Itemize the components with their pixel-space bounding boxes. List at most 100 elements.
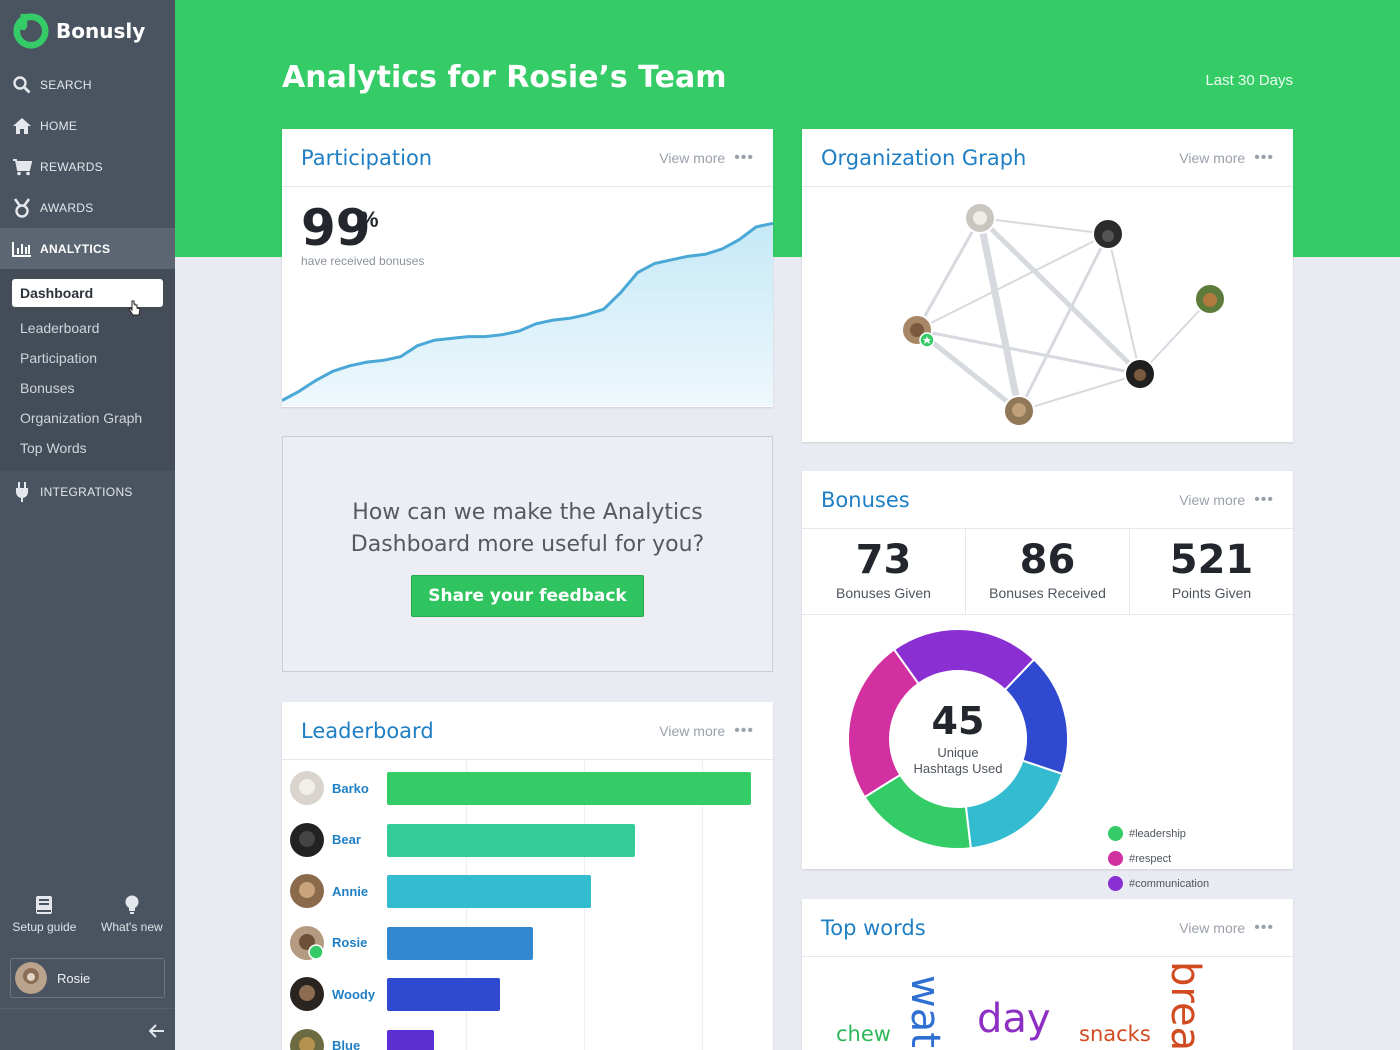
stat-points-given: 521 Points Given xyxy=(1130,529,1293,614)
legend-item: #communication xyxy=(1108,871,1209,896)
view-more-link[interactable]: View more xyxy=(1179,150,1245,166)
hashtag-donut-chart: 45 Unique Hashtags Used xyxy=(847,628,1069,850)
card-title: Bonuses xyxy=(821,487,910,512)
card-title: Organization Graph xyxy=(821,145,1027,170)
leaderboard-row: Rosie xyxy=(290,923,382,963)
card-header: Top words View more ••• xyxy=(802,899,1293,957)
more-options-icon[interactable]: ••• xyxy=(1254,919,1274,937)
donut-slice-respect xyxy=(847,648,920,799)
area-fill xyxy=(282,223,773,406)
subnav-participation[interactable]: Participation xyxy=(0,343,175,373)
subnav-bonuses[interactable]: Bonuses xyxy=(0,373,175,403)
nav-analytics[interactable]: ANALYTICS xyxy=(0,228,175,269)
view-more-link[interactable]: View more xyxy=(659,723,725,739)
card-title: Top words xyxy=(821,915,926,940)
participation-card: Participation View more ••• 99 % have re… xyxy=(282,129,773,407)
nav-rewards[interactable]: REWARDS xyxy=(0,146,175,187)
org-graph-card: Organization Graph View more ••• xyxy=(802,129,1293,442)
leaderboard-bar xyxy=(387,772,751,805)
avatar xyxy=(290,925,324,960)
org-graph-nodes xyxy=(901,202,1226,427)
feedback-question: How can we make the Analytics Dashboard … xyxy=(350,500,705,557)
legend-item: #leadership xyxy=(1108,821,1209,846)
subnav-organization-graph[interactable]: Organization Graph xyxy=(0,403,175,433)
word-chew: chew xyxy=(836,1022,891,1046)
sidebar: Bonusly SEARCH HOME REWARDS AWARDS ANALY… xyxy=(0,0,175,1050)
whats-new-button[interactable]: What's new xyxy=(101,895,163,934)
leaderboard-bar xyxy=(387,1029,435,1050)
leaderboard-row: Blue xyxy=(290,1026,382,1050)
more-options-icon[interactable]: ••• xyxy=(1254,149,1274,167)
card-header: Leaderboard View more ••• xyxy=(282,702,773,760)
legend-swatch xyxy=(1108,876,1123,891)
feedback-box: How can we make the Analytics Dashboard … xyxy=(282,436,773,672)
user-menu[interactable]: Rosie xyxy=(10,958,165,998)
stat-value: 521 xyxy=(1169,537,1254,583)
bonusly-logo-icon xyxy=(13,13,49,49)
cart-icon xyxy=(12,157,32,177)
leaderboard-name[interactable]: Annie xyxy=(332,884,382,899)
leaderboard-name[interactable]: Barko xyxy=(332,781,382,796)
word-wat: wat xyxy=(902,975,948,1048)
nav-integrations-label: INTEGRATIONS xyxy=(40,484,133,499)
leaderboard-bar xyxy=(387,823,635,857)
date-range-selector[interactable]: Last 30 Days xyxy=(1205,72,1293,89)
leaderboard-name[interactable]: Blue xyxy=(332,1038,382,1050)
legend-label: #respect xyxy=(1129,852,1172,865)
stat-label: Bonuses Given xyxy=(836,585,931,601)
avatar xyxy=(290,822,324,857)
avatar xyxy=(290,771,324,805)
word-cloud: chew wat day snacks brea xyxy=(802,957,1293,1050)
view-more-link[interactable]: View more xyxy=(1179,920,1245,936)
lightbulb-icon xyxy=(125,895,139,914)
legend-swatch xyxy=(1108,826,1123,841)
stat-bonuses-given: 73 Bonuses Given xyxy=(802,529,966,614)
nav-search[interactable]: SEARCH xyxy=(0,64,175,105)
leaderboard-name[interactable]: Rosie xyxy=(332,935,382,950)
bar-chart-icon xyxy=(12,239,32,259)
word-day: day xyxy=(977,996,1051,1042)
collapse-arrow-icon[interactable] xyxy=(149,1024,165,1038)
view-more-link[interactable]: View more xyxy=(659,150,725,166)
more-options-icon[interactable]: ••• xyxy=(734,722,754,740)
donut-slice-leadership xyxy=(863,773,972,850)
stat-value: 86 xyxy=(1019,537,1076,583)
page-title: Analytics for Rosie’s Team xyxy=(282,60,727,95)
nav-analytics-label: ANALYTICS xyxy=(40,241,111,256)
subnav-top-words[interactable]: Top Words xyxy=(0,433,175,463)
view-more-link[interactable]: View more xyxy=(1179,492,1245,508)
sidebar-divider xyxy=(0,1008,175,1009)
nav-home[interactable]: HOME xyxy=(0,105,175,146)
nav-rewards-label: REWARDS xyxy=(40,159,103,174)
brand-logo[interactable]: Bonusly xyxy=(12,12,145,50)
share-feedback-button[interactable]: Share your feedback xyxy=(411,575,644,617)
bonuses-card: Bonuses View more ••• 73 Bonuses Given 8… xyxy=(802,471,1293,941)
nav-integrations[interactable]: INTEGRATIONS xyxy=(0,471,175,512)
legend-label: #communication xyxy=(1129,877,1210,890)
setup-guide-label: Setup guide xyxy=(12,920,77,934)
bonus-stats: 73 Bonuses Given 86 Bonuses Received 521… xyxy=(802,529,1293,615)
subnav-leaderboard[interactable]: Leaderboard xyxy=(0,313,175,343)
medal-icon xyxy=(12,197,32,218)
nav-awards[interactable]: AWARDS xyxy=(0,187,175,228)
leaderboard-name[interactable]: Woody xyxy=(332,987,382,1002)
more-options-icon[interactable]: ••• xyxy=(734,149,754,167)
mouse-pointer-icon xyxy=(128,300,141,316)
analytics-subnav: Dashboard Leaderboard Participation Bonu… xyxy=(0,269,175,471)
donut-area: 45 Unique Hashtags Used #leadership #resp… xyxy=(802,615,1293,941)
donut-center-value: 45 xyxy=(932,699,985,743)
setup-guide-button[interactable]: Setup guide xyxy=(12,895,76,934)
card-title: Leaderboard xyxy=(301,718,434,743)
nav-home-label: HOME xyxy=(40,118,78,133)
home-icon xyxy=(12,116,32,136)
book-icon xyxy=(36,896,53,914)
donut-center-label-2: Hashtags Used xyxy=(914,761,1003,776)
legend-swatch xyxy=(1108,851,1123,866)
leaderboard-name[interactable]: Bear xyxy=(332,832,382,847)
leaderboard-row: Bear xyxy=(290,820,382,860)
plug-icon xyxy=(12,481,32,502)
whats-new-label: What's new xyxy=(101,920,163,934)
avatar xyxy=(290,874,324,908)
search-icon xyxy=(12,75,32,95)
more-options-icon[interactable]: ••• xyxy=(1254,491,1274,509)
